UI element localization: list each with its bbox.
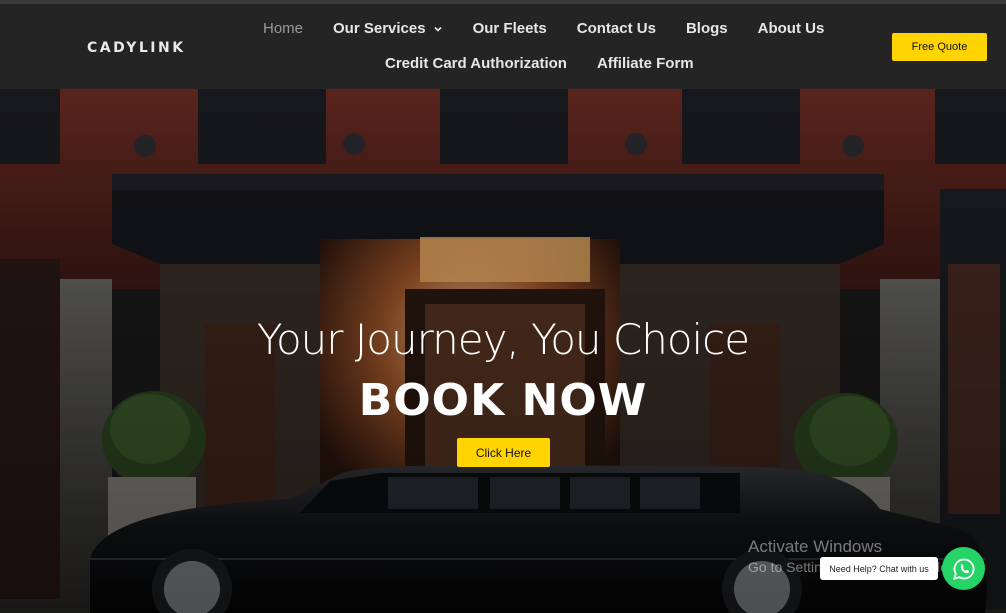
whatsapp-chat-button[interactable] bbox=[942, 547, 985, 590]
nav-home-label: Home bbox=[263, 20, 304, 37]
nav-credit-card-authorization[interactable]: Credit Card Authorization bbox=[385, 55, 567, 72]
nav-our-services[interactable]: Our Services bbox=[333, 20, 443, 37]
nav-affiliate-form[interactable]: Affiliate Form bbox=[597, 55, 694, 72]
nav-about-us-label: About Us bbox=[757, 20, 825, 37]
nav-our-services-label: Our Services bbox=[333, 20, 426, 37]
watermark-line-1: Activate Windows bbox=[748, 537, 883, 556]
whatsapp-icon bbox=[952, 558, 974, 580]
chat-help-bubble[interactable]: Need Help? Chat with us bbox=[820, 557, 938, 580]
nav-our-fleets[interactable]: Our Fleets bbox=[473, 20, 547, 37]
chevron-down-icon bbox=[434, 26, 442, 32]
nav-contact-us[interactable]: Contact Us bbox=[577, 20, 656, 37]
site-header: CADYLINK Home Our Services Our Fleets Co… bbox=[0, 4, 1006, 90]
nav-affiliate-form-label: Affiliate Form bbox=[596, 55, 694, 72]
nav-contact-us-label: Contact Us bbox=[576, 20, 656, 37]
nav-about-us[interactable]: About Us bbox=[758, 20, 825, 37]
main-nav-row-1: Home Our Services Our Fleets Contact Us … bbox=[263, 20, 854, 37]
hero-subtitle: BOOK NOW bbox=[358, 375, 648, 426]
hero-title: Your Journey, You Choice bbox=[256, 315, 750, 364]
nav-blogs-label: Blogs bbox=[685, 20, 728, 37]
nav-our-fleets-label: Our Fleets bbox=[472, 20, 547, 37]
click-here-button[interactable]: Click Here bbox=[457, 438, 550, 467]
main-nav-row-2: Credit Card Authorization Affiliate Form bbox=[385, 55, 724, 72]
nav-home[interactable]: Home bbox=[263, 20, 303, 37]
nav-blogs[interactable]: Blogs bbox=[686, 20, 728, 37]
hero-section: Your Journey, You Choice BOOK NOW Click … bbox=[0, 89, 1006, 613]
nav-credit-card-label: Credit Card Authorization bbox=[385, 55, 567, 72]
free-quote-button[interactable]: Free Quote bbox=[892, 33, 987, 61]
site-logo[interactable]: CADYLINK bbox=[87, 40, 186, 56]
